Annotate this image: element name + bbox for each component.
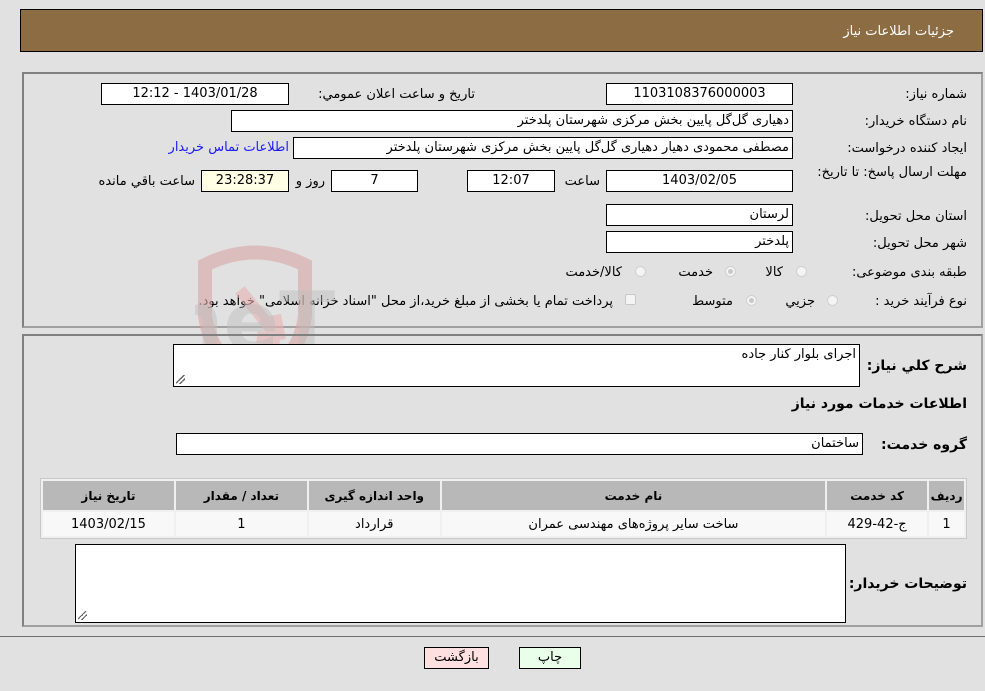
footer-divider: [0, 636, 985, 637]
page-title: جزئیات اطلاعات نیاز: [843, 24, 954, 39]
col-header-row-number: ردیف: [929, 481, 964, 510]
process-radio-medium[interactable]: [746, 295, 757, 306]
description-textarea[interactable]: اجرای بلوار کنار جاده: [173, 344, 860, 387]
process-option-medium: متوسط: [692, 294, 733, 309]
category-option-goods: کالا: [765, 265, 783, 280]
services-heading: اطلاعات خدمات مورد نیاز: [791, 396, 967, 412]
print-button[interactable]: چاپ: [519, 647, 581, 669]
category-label: طبقه بندی موضوعی:: [851, 265, 967, 280]
province-field: لرستان: [606, 204, 793, 226]
col-header-unit: واحد اندازه گیری: [308, 481, 440, 510]
process-option-minor: جزيي: [785, 294, 815, 309]
cell-quantity: 1: [175, 512, 307, 536]
buyer-org-field: دهیاری گل‌گل پایین بخش مرکزی شهرستان پلد…: [231, 110, 793, 132]
creator-label: ایجاد کننده درخواست:: [847, 141, 967, 156]
category-radio-goods-service[interactable]: [635, 266, 646, 277]
need-number-label: شماره نیاز:: [905, 87, 967, 102]
description-label: شرح كلي نياز:: [866, 358, 967, 374]
col-header-need-date: تاریخ نیاز: [43, 481, 174, 510]
need-number-field: 1103108376000003: [606, 83, 793, 105]
description-text: اجرای بلوار کنار جاده: [741, 347, 856, 362]
announce-label: تاریخ و ساعت اعلان عمومي:: [318, 87, 475, 102]
deadline-label: مهلت ارسال پاسخ: تا تاریخ:: [817, 165, 967, 180]
buyer-org-label: نام دستگاه خریدار:: [864, 114, 967, 129]
service-group-label: گروه خدمت:: [881, 437, 967, 453]
resize-handle-icon[interactable]: [176, 375, 185, 384]
service-group-field: ساختمان: [176, 433, 863, 455]
process-label: نوع فرآیند خرید :: [875, 294, 967, 309]
buyer-notes-label: توضیحات خریدار:: [848, 576, 967, 592]
deadline-time-field: 12:07: [467, 170, 555, 192]
cell-unit: قرارداد: [308, 512, 440, 536]
cell-need-date: 1403/02/15: [43, 512, 174, 536]
days-remaining-field: 7: [331, 170, 418, 192]
process-radio-minor[interactable]: [827, 295, 838, 306]
days-label: روز و: [295, 174, 325, 189]
category-radio-goods[interactable]: [796, 266, 807, 277]
deadline-time-label: ساعت: [564, 174, 600, 189]
cell-service-name: ساخت سایر پروژه‌های مهندسی عمران: [441, 512, 826, 536]
buyer-contact-link[interactable]: اطلاعات تماس خریدار: [169, 140, 289, 155]
province-label: استان محل تحویل:: [865, 209, 967, 224]
table-row: 1 ج-42-429 ساخت سایر پروژه‌های مهندسی عم…: [43, 512, 964, 536]
remaining-time-label: ساعت باقي مانده: [98, 174, 195, 189]
page-header: جزئیات اطلاعات نیاز: [20, 9, 983, 52]
category-option-goods-service: کالا/خدمت: [565, 265, 622, 280]
deadline-date-field: 1403/02/05: [606, 170, 793, 192]
category-option-service: خدمت: [678, 265, 713, 280]
services-table: ردیف کد خدمت نام خدمت واحد اندازه گیری ت…: [40, 478, 967, 539]
remaining-time-field: 23:28:37: [201, 170, 289, 192]
treasury-checkbox[interactable]: [625, 294, 636, 305]
col-header-quantity: تعداد / مقدار: [175, 481, 307, 510]
announce-datetime-field: 1403/01/28 - 12:12: [101, 83, 289, 105]
cell-row-number: 1: [929, 512, 964, 536]
creator-field: مصطفی محمودی دهیار دهیاری گل‌گل پایین بخ…: [293, 137, 793, 159]
cell-service-code: ج-42-429: [827, 512, 928, 536]
category-radio-service[interactable]: [725, 266, 736, 277]
col-header-service-name: نام خدمت: [441, 481, 826, 510]
back-button[interactable]: بازگشت: [424, 647, 489, 669]
treasury-note: پرداخت تمام یا بخشی از مبلغ خرید،از محل …: [198, 294, 613, 309]
city-label: شهر محل تحویل:: [872, 236, 967, 251]
resize-handle-icon[interactable]: [78, 611, 87, 620]
col-header-service-code: کد خدمت: [827, 481, 928, 510]
buyer-notes-textarea[interactable]: [75, 544, 846, 623]
table-header-row: ردیف کد خدمت نام خدمت واحد اندازه گیری ت…: [43, 481, 964, 510]
city-field: پلدختر: [606, 231, 793, 253]
